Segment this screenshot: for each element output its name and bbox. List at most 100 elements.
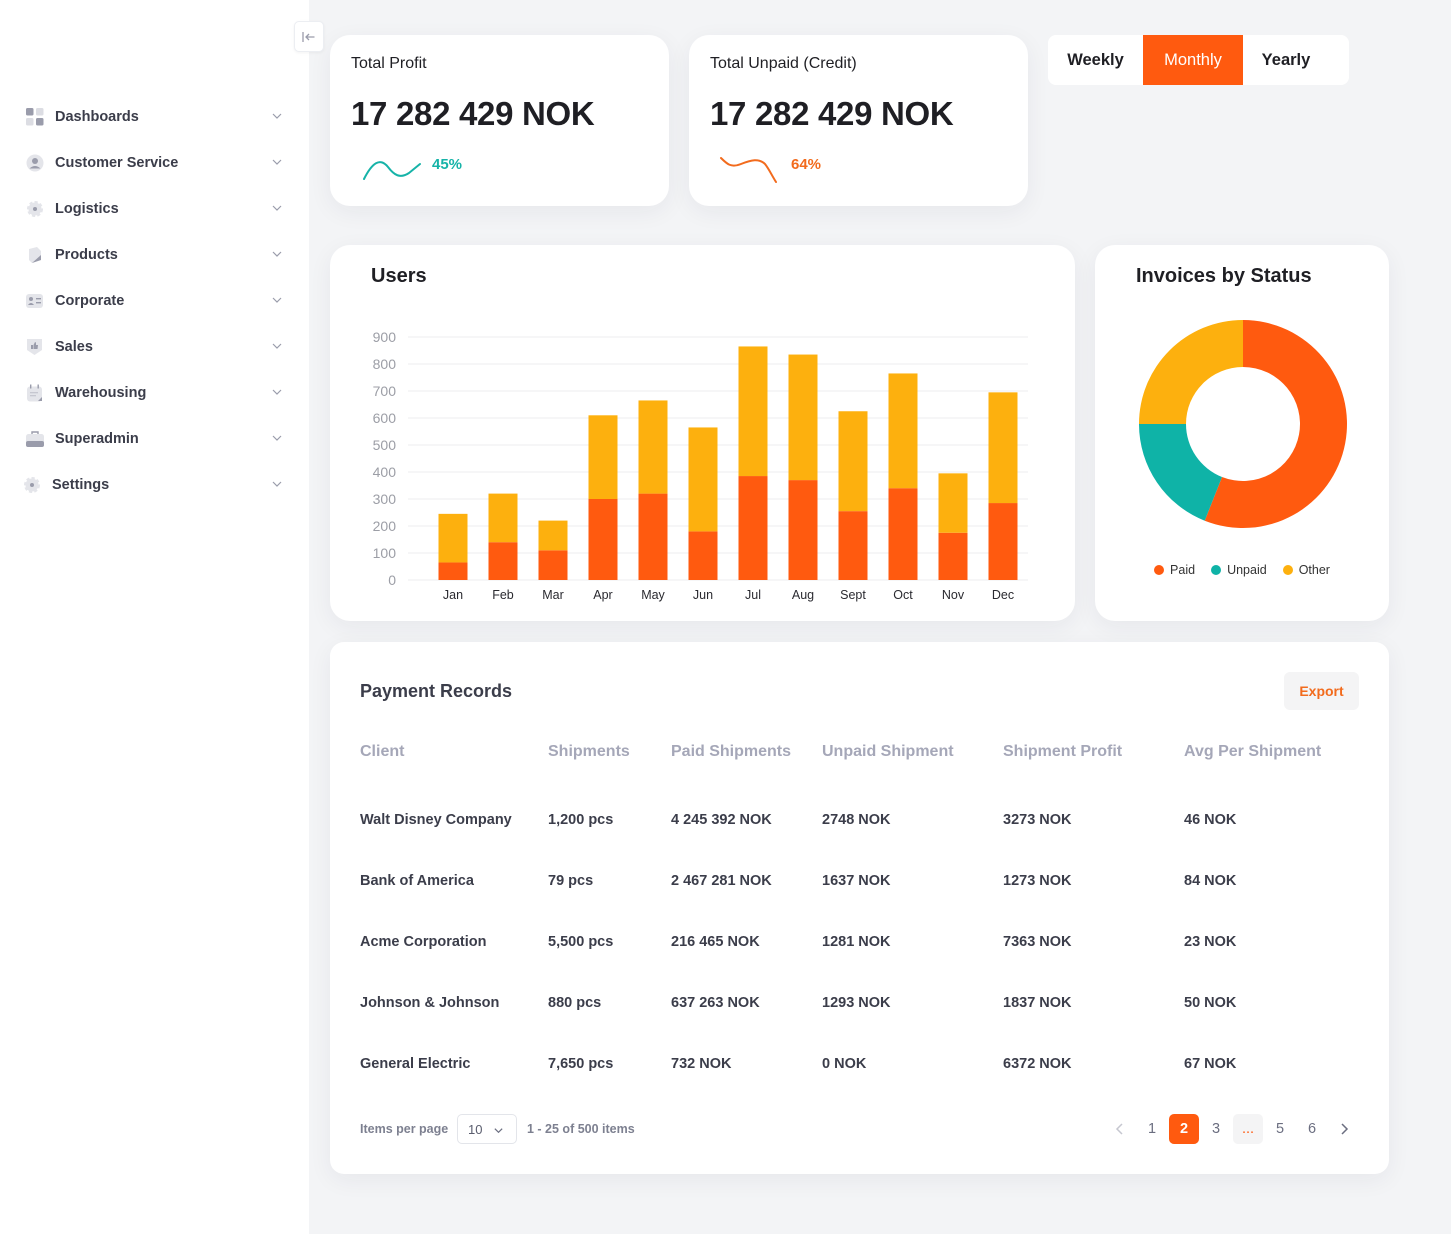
sidebar-item-sales[interactable]: Sales [0,324,309,370]
x-tick-label: Oct [893,588,913,602]
bar-jun-series-0[interactable] [688,531,718,580]
bar-nov-series-0[interactable] [938,532,968,580]
bar-feb-series-0[interactable] [488,542,518,580]
stat-change: 45% [432,156,463,173]
sidebar-item-dashboards[interactable]: Dashboards [0,94,309,140]
sidebar-item-warehousing[interactable]: Warehousing [0,370,309,416]
legend-item-paid[interactable]: Paid [1154,563,1195,577]
column-header-shipments[interactable]: Shipments [548,743,630,761]
sidebar-item-superadmin[interactable]: Superadmin [0,416,309,462]
donut-slice-other[interactable] [1139,320,1243,424]
y-tick-label: 100 [373,545,397,561]
legend-item-unpaid[interactable]: Unpaid [1211,563,1267,577]
y-tick-label: 500 [373,437,397,453]
users-bar-chart: 0 100 200 300 400 500 600 700 800 900 Jan Feb Mar Apr… [373,329,1028,602]
cell-shipment-profit: 3273 NOK [1003,812,1072,828]
sidebar-item-label: Dashboards [55,109,139,125]
cell-paid-shipments: 732 NOK [671,1056,732,1072]
x-tick-label: Nov [942,588,965,602]
bar-apr-series-0[interactable] [588,499,618,580]
cell-paid-shipments: 637 263 NOK [671,995,760,1011]
page-button-2[interactable]: 2 [1169,1114,1199,1144]
cell-shipments: 5,500 pcs [548,934,614,950]
bar-oct-series-0[interactable] [888,488,918,580]
items-range-text: 1 - 25 of 500 items [527,1122,635,1136]
cell-client: Bank of America [360,873,474,889]
cell-avg-per-shipment: 67 NOK [1184,1056,1237,1072]
next-page-button[interactable] [1329,1114,1359,1144]
x-tick-label: May [641,588,665,602]
bar-dec-series-1[interactable] [988,392,1018,504]
page-button-3[interactable]: 3 [1201,1114,1231,1144]
bar-feb-series-1[interactable] [488,493,518,543]
sidebar-item-corporate[interactable]: Corporate [0,278,309,324]
legend-item-other[interactable]: Other [1282,563,1330,577]
bar-sept-series-0[interactable] [838,511,868,580]
sparkline-up-icon [363,161,421,180]
bar-jan-series-0[interactable] [438,562,468,580]
chevron-down-icon [494,1128,503,1134]
x-tick-label: Aug [792,588,814,602]
column-header-client[interactable]: Client [360,743,404,761]
sidebar-item-settings[interactable]: Settings [0,462,309,508]
page-button-1[interactable]: 1 [1137,1114,1167,1144]
items-per-page-select[interactable]: 10 [457,1114,517,1144]
bar-mar-series-0[interactable] [538,550,568,580]
export-button[interactable]: Export [1284,672,1359,710]
y-tick-label: 300 [373,491,397,507]
page-button-6[interactable]: 6 [1297,1114,1327,1144]
sidebar-nav: Dashboards Customer Service Logistics Pr… [0,94,309,508]
bar-apr-series-1[interactable] [588,415,618,499]
collapse-sidebar-button[interactable] [294,21,324,52]
legend-label: Unpaid [1227,563,1267,577]
bar-oct-series-1[interactable] [888,373,918,489]
x-tick-label: Mar [542,588,564,602]
invoices-donut-chart [1139,320,1347,528]
bar-jan-series-1[interactable] [438,513,468,563]
sidebar-item-label: Products [55,247,118,263]
bar-aug-series-0[interactable] [788,480,818,580]
period-monthly-button[interactable]: Monthly [1143,35,1243,85]
payment-records-card: Payment Records Export Client Shipments … [330,642,1389,1174]
bar-may-series-0[interactable] [638,493,668,580]
cell-client: Johnson & Johnson [360,995,500,1011]
x-tick-label: Feb [492,588,514,602]
bar-mar-series-1[interactable] [538,520,568,551]
total-unpaid-card: Total Unpaid (Credit) 17 282 429 NOK 64% [689,35,1028,206]
sidebar-item-products[interactable]: Products [0,232,309,278]
invoices-chart-card: Invoices by Status Paid Unpaid Other [1095,245,1389,621]
chart-legend: Paid Unpaid Other [1095,563,1389,577]
bar-jul-series-1[interactable] [738,346,768,477]
legend-dot [1282,565,1293,575]
period-toggle: Weekly Monthly Yearly [1048,35,1349,85]
bar-sept-series-1[interactable] [838,411,868,512]
page-ellipsis-button[interactable]: ... [1233,1114,1263,1144]
bar-aug-series-1[interactable] [788,354,818,481]
records-title: Payment Records [360,681,513,701]
cell-avg-per-shipment: 84 NOK [1184,873,1237,889]
donut-slice-unpaid[interactable] [1139,424,1223,521]
items-per-page-label: Items per page [360,1122,449,1136]
bar-nov-series-1[interactable] [938,473,968,533]
grid-icon [26,108,44,126]
bar-may-series-1[interactable] [638,400,668,494]
items-per-page-value: 10 [468,1121,483,1137]
bar-dec-series-0[interactable] [988,503,1018,580]
page-button-5[interactable]: 5 [1265,1114,1295,1144]
period-weekly-button[interactable]: Weekly [1048,35,1143,85]
column-header-avg-per-shipment[interactable]: Avg Per Shipment [1184,743,1321,761]
sidebar-item-customer-service[interactable]: Customer Service [0,140,309,186]
sidebar-item-logistics[interactable]: Logistics [0,186,309,232]
column-header-unpaid-shipment[interactable]: Unpaid Shipment [822,743,954,761]
sparkline-down-icon [720,157,777,183]
legend-dot [1211,565,1222,575]
bar-jun-series-1[interactable] [688,427,718,532]
period-yearly-button[interactable]: Yearly [1243,35,1329,85]
cell-paid-shipments: 4 245 392 NOK [671,812,772,828]
column-header-paid-shipments[interactable]: Paid Shipments [671,743,791,761]
prev-page-button[interactable] [1105,1114,1135,1144]
chevron-down-icon [272,297,282,303]
column-header-shipment-profit[interactable]: Shipment Profit [1003,743,1122,761]
y-tick-label: 0 [388,572,396,588]
bar-jul-series-0[interactable] [738,476,768,580]
